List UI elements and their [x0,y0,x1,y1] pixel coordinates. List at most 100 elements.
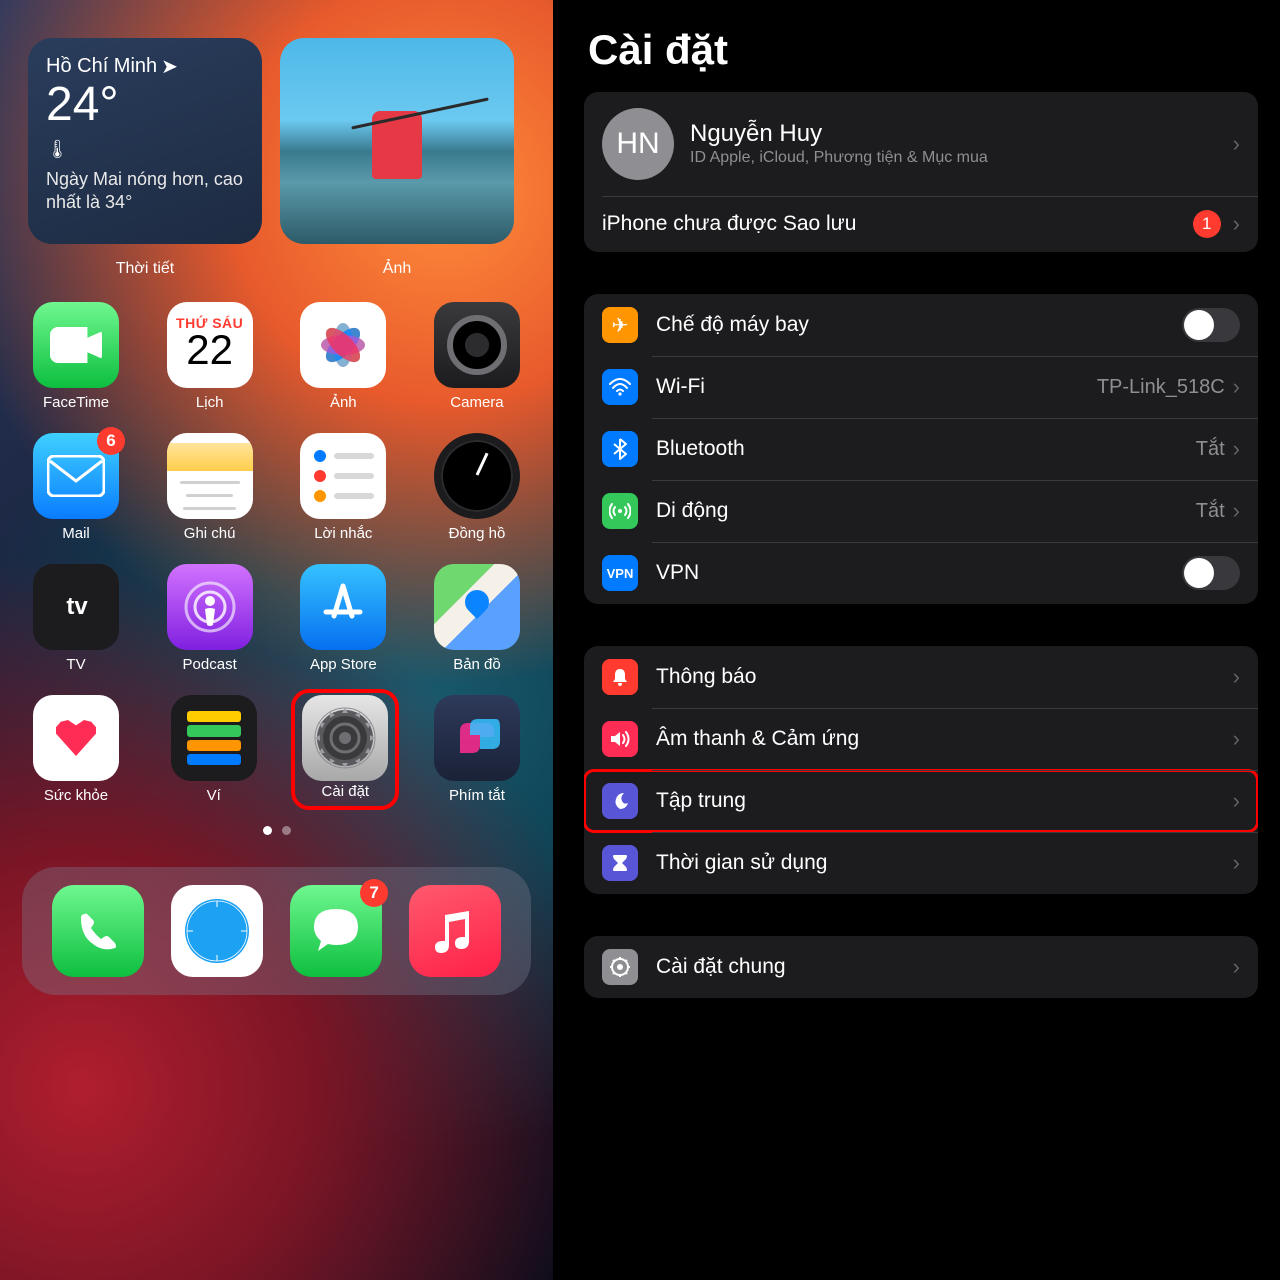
app-tv[interactable]: tvTV [22,564,130,673]
app-health[interactable]: Sức khỏe [22,695,130,804]
settings-row-general[interactable]: Cài đặt chung › [584,936,1258,998]
weather-forecast: Ngày Mai nóng hơn, cao nhất là 34° [46,168,244,215]
avatar: HN [602,108,674,180]
weather-widget[interactable]: Hồ Chí Minh ➤ 24° 🌡 Ngày Mai nóng hơn, c… [28,38,262,244]
bluetooth-icon [602,431,638,467]
app-facetime[interactable]: FaceTime [22,302,130,411]
photos-icon [300,302,386,388]
app-camera[interactable]: Camera [423,302,531,411]
chevron-right-icon: › [1233,211,1240,237]
settings-row-focus[interactable]: Tập trung › [584,770,1258,832]
app-appstore[interactable]: App Store [289,564,397,673]
appstore-icon [300,564,386,650]
profile-subtitle: ID Apple, iCloud, Phương tiện & Mục mua [690,148,1233,169]
wifi-icon [602,369,638,405]
settings-icon [302,695,388,781]
health-icon [33,695,119,781]
chevron-right-icon: › [1233,788,1240,814]
settings-row-cellular[interactable]: Di động Tắt › [584,480,1258,542]
weather-widget-label: Thời tiết [28,260,262,278]
settings-title: Cài đặt [588,26,1258,74]
app-maps[interactable]: Bản đồ [423,564,531,673]
settings-row-screentime[interactable]: Thời gian sử dụng › [584,832,1258,894]
cellular-value: Tắt [1196,500,1225,523]
page-dot-1 [263,826,272,835]
notifications-icon [602,659,638,695]
weather-temp: 24° [46,81,244,129]
settings-row-vpn[interactable]: VPN VPN [584,542,1258,604]
dock-phone[interactable] [52,885,144,977]
dock-safari[interactable] [171,885,263,977]
chevron-right-icon: › [1233,498,1240,524]
vpn-toggle[interactable] [1182,556,1240,590]
settings-row-airplane[interactable]: ✈ Chế độ máy bay [584,294,1258,356]
general-icon [602,949,638,985]
focus-icon [602,783,638,819]
photos-widget-label: Ảnh [280,260,514,278]
dock-music[interactable] [409,885,501,977]
cellular-icon [602,493,638,529]
screentime-icon [602,845,638,881]
settings-panel: Cài đặt HN Nguyễn Huy ID Apple, iCloud, … [562,0,1280,1280]
settings-group-profile: HN Nguyễn Huy ID Apple, iCloud, Phương t… [584,92,1258,252]
facetime-icon [33,302,119,388]
app-photos[interactable]: Ảnh [289,302,397,411]
airplane-icon: ✈ [602,307,638,343]
weather-location: Hồ Chí Minh [46,55,157,78]
homescreen-panel: Hồ Chí Minh ➤ 24° 🌡 Ngày Mai nóng hơn, c… [0,0,553,1280]
mail-badge: 6 [97,427,125,455]
bluetooth-value: Tắt [1196,438,1225,461]
podcast-icon [167,564,253,650]
notification-badge: 1 [1193,210,1221,238]
settings-row-backup[interactable]: iPhone chưa được Sao lưu 1 › [584,196,1258,252]
chevron-right-icon: › [1233,954,1240,980]
app-mail[interactable]: 6Mail [22,433,130,542]
dock-messages[interactable]: 7 [290,885,382,977]
app-reminders[interactable]: Lời nhắc [289,433,397,542]
vpn-icon: VPN [602,555,638,591]
chevron-right-icon: › [1233,726,1240,752]
settings-row-sounds[interactable]: Âm thanh & Cảm ứng › [584,708,1258,770]
chevron-right-icon: › [1233,374,1240,400]
settings-group-connectivity: ✈ Chế độ máy bay Wi-Fi TP-Link_518C › Bl… [584,294,1258,604]
chevron-right-icon: › [1233,131,1240,157]
camera-icon [434,302,520,388]
app-settings[interactable]: Cài đặt [291,689,399,810]
app-shortcuts[interactable]: Phím tắt [423,695,531,804]
app-clock[interactable]: Đồng hồ [423,433,531,542]
reminders-icon [300,433,386,519]
sounds-icon [602,721,638,757]
settings-group-general: Cài đặt chung › [584,936,1258,998]
app-podcast[interactable]: Podcast [156,564,264,673]
tv-icon: tv [33,564,119,650]
settings-group-interaction: Thông báo › Âm thanh & Cảm ứng › Tập tru… [584,646,1258,894]
dock: 7 [22,867,531,995]
thermometer-icon: 🌡 [46,139,244,160]
notes-icon [167,433,253,519]
calendar-icon: THỨ SÁU22 [167,302,253,388]
app-notes[interactable]: Ghi chú [156,433,264,542]
location-arrow-icon: ➤ [161,54,178,79]
settings-row-wifi[interactable]: Wi-Fi TP-Link_518C › [584,356,1258,418]
clock-icon [434,433,520,519]
app-calendar[interactable]: THỨ SÁU22Lịch [156,302,264,411]
settings-row-notifications[interactable]: Thông báo › [584,646,1258,708]
page-indicator[interactable] [0,826,553,835]
wallet-icon [171,695,257,781]
settings-row-bluetooth[interactable]: Bluetooth Tắt › [584,418,1258,480]
settings-row-profile[interactable]: HN Nguyễn Huy ID Apple, iCloud, Phương t… [584,92,1258,196]
wifi-value: TP-Link_518C [1097,376,1225,399]
profile-name: Nguyễn Huy [690,120,1233,148]
app-wallet[interactable]: Ví [160,695,268,804]
panel-divider [553,0,562,1280]
chevron-right-icon: › [1233,850,1240,876]
shortcuts-icon [434,695,520,781]
chevron-right-icon: › [1233,664,1240,690]
page-dot-2 [282,826,291,835]
photos-widget[interactable] [280,38,514,244]
chevron-right-icon: › [1233,436,1240,462]
airplane-toggle[interactable] [1182,308,1240,342]
messages-badge: 7 [360,879,388,907]
maps-icon [434,564,520,650]
mail-icon: 6 [33,433,119,519]
